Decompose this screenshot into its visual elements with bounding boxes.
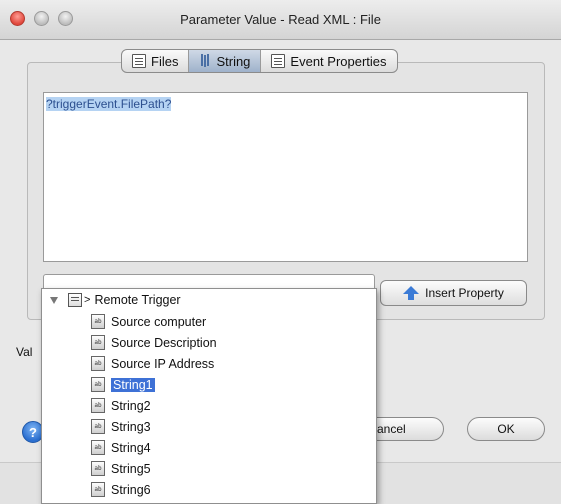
- tree-node-label: Remote Trigger: [94, 293, 181, 307]
- list-item-string6[interactable]: ab String6: [91, 480, 151, 499]
- property-dropdown-list[interactable]: > Remote Trigger ab Source computer ab S…: [41, 288, 377, 504]
- tab-event-properties[interactable]: Event Properties: [261, 50, 396, 72]
- list-item-string1[interactable]: ab String1: [91, 375, 155, 394]
- string-property-icon: ab: [91, 461, 105, 476]
- string-property-icon: ab: [91, 314, 105, 329]
- string-property-icon: ab: [91, 398, 105, 413]
- list-item-string3[interactable]: ab String3: [91, 417, 151, 436]
- list-item-string2[interactable]: ab String2: [91, 396, 151, 415]
- list-item-label: String2: [111, 398, 151, 413]
- insert-property-button[interactable]: Insert Property: [380, 280, 527, 306]
- list-item-label-selected: String1: [111, 377, 155, 392]
- insert-property-label: Insert Property: [425, 286, 504, 300]
- file-list-icon: [132, 54, 146, 68]
- dialog-window: Parameter Value - Read XML : File Files …: [0, 0, 561, 504]
- properties-icon: [271, 54, 286, 68]
- list-item-label: String3: [111, 419, 151, 434]
- tab-bar: Files String Event Properties: [121, 49, 398, 73]
- list-item-source-description[interactable]: ab Source Description: [91, 333, 217, 352]
- tab-string[interactable]: String: [189, 50, 262, 72]
- list-item-source-computer[interactable]: ab Source computer: [91, 312, 206, 331]
- list-item-label: Source Description: [111, 335, 217, 350]
- chevron-right-icon: >: [84, 294, 91, 306]
- string-property-icon: ab: [91, 356, 105, 371]
- list-item-label: String4: [111, 440, 151, 455]
- window-title: Parameter Value - Read XML : File: [180, 12, 381, 27]
- tab-files[interactable]: Files: [122, 50, 190, 72]
- list-item-label: Source IP Address: [111, 356, 215, 371]
- tab-label: Event Properties: [290, 53, 387, 69]
- tool-icon: [199, 54, 211, 68]
- disclosure-triangle-icon[interactable]: [50, 296, 58, 304]
- list-item-source-ip-address[interactable]: ab Source IP Address: [91, 354, 214, 373]
- selected-text: ?triggerEvent.FilePath?: [46, 97, 172, 111]
- list-item-label: Source computer: [111, 314, 207, 329]
- list-item-string5[interactable]: ab String5: [91, 459, 151, 478]
- string-property-icon: ab: [91, 335, 105, 350]
- tab-label: String: [216, 53, 251, 69]
- list-item-label: String5: [111, 461, 151, 476]
- list-item-string4[interactable]: ab String4: [91, 438, 151, 457]
- title-bar[interactable]: Parameter Value - Read XML : File: [0, 0, 561, 40]
- list-item-label: String6: [111, 482, 151, 497]
- trigger-icon: [68, 293, 82, 307]
- string-property-icon: ab: [91, 377, 105, 392]
- tree-node-remote-trigger[interactable]: > Remote Trigger: [50, 293, 181, 307]
- arrow-up-icon: [403, 286, 420, 300]
- ok-button[interactable]: OK: [467, 417, 545, 441]
- string-value-editor[interactable]: ?triggerEvent.FilePath?: [43, 92, 528, 262]
- string-property-icon: ab: [91, 440, 105, 455]
- string-property-icon: ab: [91, 419, 105, 434]
- string-property-icon: ab: [91, 482, 105, 497]
- tab-label: Files: [151, 53, 179, 69]
- value-label: Val: [16, 345, 33, 359]
